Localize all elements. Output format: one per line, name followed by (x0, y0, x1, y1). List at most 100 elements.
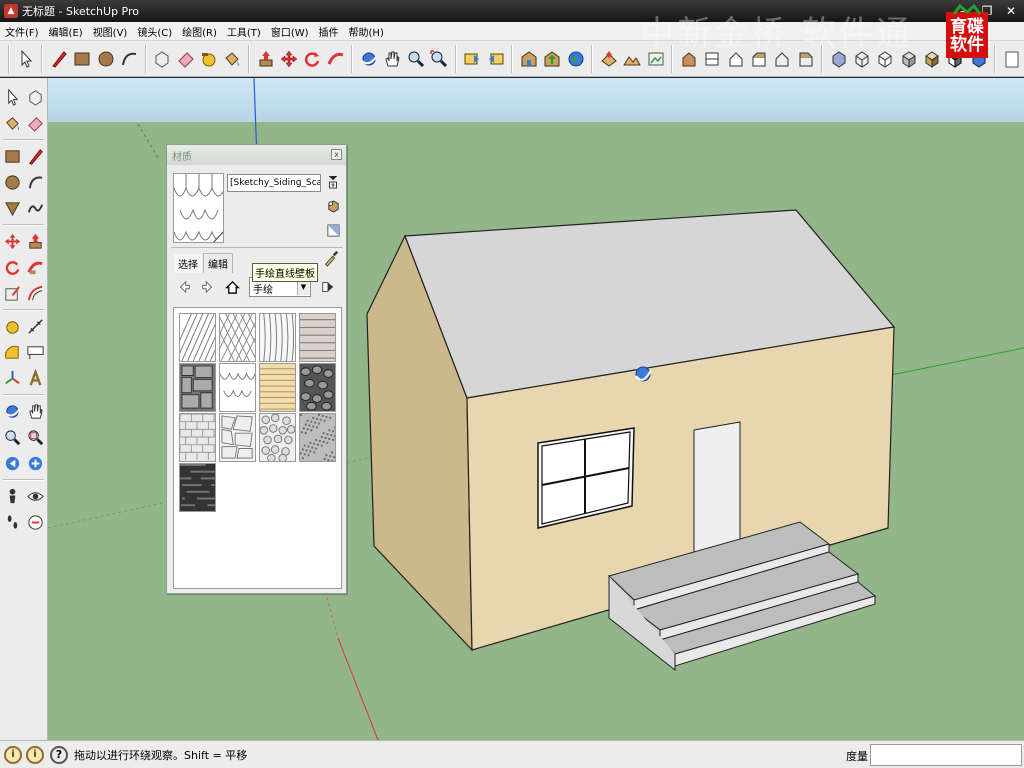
eraser-button[interactable] (25, 112, 46, 135)
menu-file[interactable]: 文件(F) (0, 24, 44, 39)
material-swatch-dark-stone[interactable] (179, 463, 216, 512)
materials-panel-titlebar[interactable]: 材质 x (167, 145, 346, 165)
material-name-field[interactable]: [Sketchy_Siding_Scale]1 (227, 174, 321, 192)
follow-me-button[interactable] (25, 256, 46, 279)
line-button[interactable] (25, 145, 46, 168)
forward-button[interactable] (197, 277, 219, 297)
rotate-button[interactable] (2, 256, 23, 279)
brick-icon (180, 414, 215, 461)
menu-window[interactable]: 窗口(W) (266, 24, 314, 39)
previous-view-button[interactable] (462, 46, 483, 72)
sample-paint-button[interactable] (323, 249, 341, 269)
home-button[interactable] (221, 277, 243, 297)
materials-close-button[interactable]: x (331, 149, 342, 160)
menu-edit[interactable]: 编辑(E) (44, 24, 88, 39)
look-around-button[interactable] (25, 485, 46, 508)
back-button[interactable] (173, 277, 195, 297)
axes-button[interactable] (2, 367, 23, 390)
zoom-extents-button[interactable] (25, 452, 46, 475)
arc-button[interactable] (25, 171, 46, 194)
pan-button[interactable] (25, 400, 46, 423)
component-button[interactable] (25, 86, 46, 109)
arc-tool-button[interactable] (118, 46, 139, 72)
line-tool-button[interactable] (48, 46, 69, 72)
create-material-button[interactable] (325, 197, 341, 215)
scale-button[interactable] (2, 282, 23, 305)
material-swatch-plank-lines[interactable] (259, 363, 296, 412)
polygon-button[interactable] (2, 197, 23, 220)
make-component-button[interactable] (152, 46, 173, 72)
details-button[interactable] (317, 277, 339, 297)
measurements-box[interactable] (870, 744, 1022, 766)
protractor-button[interactable] (2, 341, 23, 364)
display-secondary-browser-button[interactable] (325, 173, 341, 191)
freehand-button[interactable] (25, 197, 46, 220)
menu-draw[interactable]: 绘图(R) (177, 24, 222, 39)
push-pull-button[interactable] (255, 46, 276, 72)
shaded-textures-style-button[interactable] (921, 46, 942, 72)
add-location-button[interactable] (598, 46, 619, 72)
position-camera-button[interactable] (2, 485, 23, 508)
google-earth-button[interactable] (565, 46, 586, 72)
menu-plugins[interactable]: 插件 (314, 24, 344, 39)
walk-button[interactable] (2, 511, 23, 534)
text-button[interactable] (25, 341, 46, 364)
paint-bucket-button[interactable] (2, 112, 23, 135)
tape-measure-button[interactable] (198, 46, 219, 72)
material-swatch-pebbles[interactable] (259, 413, 296, 462)
3d-text-button[interactable] (25, 367, 46, 390)
move-button[interactable] (2, 230, 23, 253)
orbit-button[interactable] (2, 400, 23, 423)
material-swatch-scale-siding[interactable] (219, 363, 256, 412)
section-plane-button[interactable] (25, 511, 46, 534)
default-material-button[interactable] (325, 221, 341, 239)
select-tool-button[interactable] (15, 46, 36, 72)
material-swatch-siding-lines[interactable] (299, 313, 336, 362)
previous-view-button[interactable] (2, 452, 23, 475)
rectangle-button[interactable] (2, 145, 23, 168)
material-swatch-brick[interactable] (179, 413, 216, 462)
circle-button[interactable] (2, 171, 23, 194)
help-icon[interactable]: ? (50, 745, 68, 764)
rubble-stone-icon (300, 364, 335, 411)
window-toggle-button[interactable] (1001, 46, 1022, 72)
dimension-button[interactable] (25, 315, 46, 338)
menu-help[interactable]: 帮助(H) (344, 24, 389, 39)
circle-tool-button[interactable] (95, 46, 116, 72)
follow-me-button[interactable] (325, 46, 346, 72)
get-models-button[interactable] (518, 46, 539, 72)
paint-bucket-button[interactable] (222, 46, 243, 72)
sketchup-app-icon[interactable]: ▲ (4, 4, 18, 18)
tab-edit[interactable]: 编辑 (203, 253, 233, 273)
orbit-tool-button[interactable] (358, 46, 379, 72)
menu-view[interactable]: 视图(V) (88, 24, 133, 39)
credit-icon[interactable]: i (26, 745, 44, 764)
material-swatch-stone-blocks[interactable] (179, 363, 216, 412)
move-tool-button[interactable] (278, 46, 299, 72)
material-swatch-flagstone[interactable] (219, 413, 256, 462)
tab-select[interactable]: 选择 (173, 253, 203, 273)
zoom-extents-button[interactable] (428, 46, 449, 72)
zoom-tool-button[interactable] (405, 46, 426, 72)
push-pull-button[interactable] (25, 230, 46, 253)
select-button[interactable] (2, 86, 23, 109)
material-swatch-wood-grain[interactable] (259, 313, 296, 362)
material-swatch-rubble-stone[interactable] (299, 363, 336, 412)
menu-tools[interactable]: 工具(T) (222, 24, 266, 39)
rotate-tool-button[interactable] (302, 46, 323, 72)
tape-measure-button[interactable] (2, 315, 23, 338)
material-swatch-noise-gray[interactable] (299, 413, 336, 462)
rectangle-tool-button[interactable] (72, 46, 93, 72)
zoom-window-button[interactable] (25, 426, 46, 449)
eraser-tool-button[interactable] (175, 46, 196, 72)
share-model-button[interactable] (542, 46, 563, 72)
close-button[interactable]: ✕ (1002, 2, 1020, 19)
material-swatch-diagonal-lines[interactable] (179, 313, 216, 362)
menu-camera[interactable]: 镜头(C) (132, 24, 177, 39)
offset-button[interactable] (25, 282, 46, 305)
pan-tool-button[interactable] (382, 46, 403, 72)
zoom-button[interactable] (2, 426, 23, 449)
georeference-icon[interactable]: i (4, 745, 22, 764)
next-view-button[interactable] (485, 46, 506, 72)
material-swatch-crosshatch[interactable] (219, 313, 256, 362)
